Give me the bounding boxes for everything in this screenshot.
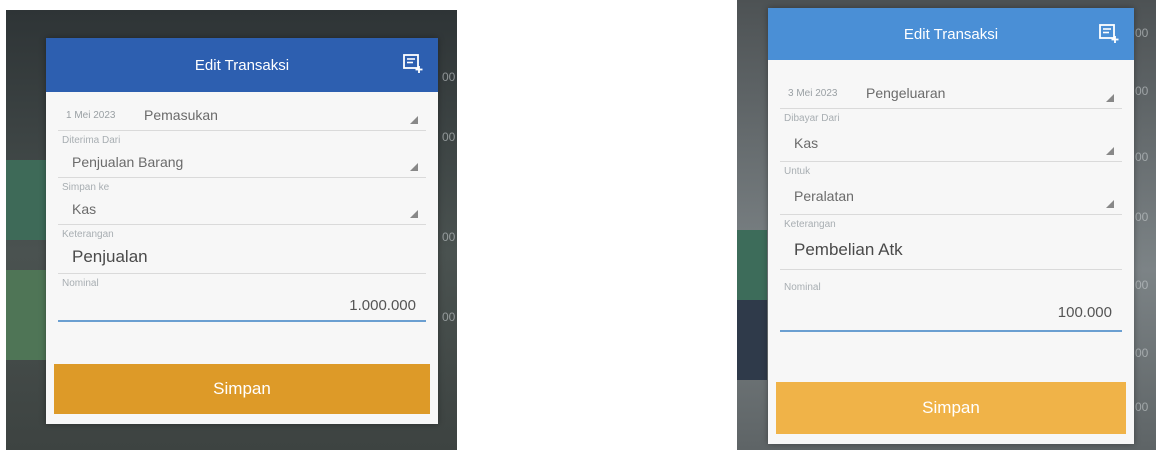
dropdown-caret-icon [410,163,418,171]
dialog-body: 1 Mei 2023 Pemasukan Diterima Dari Penju… [46,92,438,322]
note-input[interactable]: Pembelian Atk [780,231,1122,270]
note-add-icon[interactable] [1098,22,1120,44]
background-text: 00 [442,230,456,244]
source-value: Penjualan Barang [72,154,184,170]
dialog-header: Edit Transaksi [46,38,438,92]
source-dropdown[interactable]: Kas [780,125,1122,162]
background-text: 00 [442,70,456,84]
dialog-title: Edit Transaksi [194,56,290,74]
background-text: 00 [1135,150,1149,164]
background-text: 00 [1135,84,1149,98]
amount-input[interactable]: 1.000.000 [58,290,426,322]
save-button[interactable]: Simpan [776,382,1126,434]
transaction-type: Pengeluaran [866,85,946,101]
transaction-date: 3 Mei 2023 [788,87,838,99]
source-label: Diterima Dari [62,135,121,146]
dropdown-caret-icon [410,116,418,124]
background-text: 00 [1135,346,1149,360]
background-app-strip [737,230,767,300]
transaction-type: Pemasukan [144,107,218,123]
destination-label: Untuk [784,166,811,177]
dialog-header: Edit Transaksi [768,8,1134,60]
date-type-dropdown[interactable]: 3 Mei 2023 Pengeluaran [780,78,1122,109]
dropdown-caret-icon [1106,200,1114,208]
background-app-strip [737,300,767,380]
note-input[interactable]: Penjualan [58,241,426,274]
dropdown-caret-icon [1106,147,1114,155]
edit-transaction-dialog-expense: Edit Transaksi 3 Mei 2023 Pengeluaran Di… [768,8,1134,444]
dialog-title: Edit Transaksi [903,25,999,43]
amount-label: Nominal [62,278,99,289]
date-type-dropdown[interactable]: 1 Mei 2023 Pemasukan [58,100,426,131]
destination-value: Peralatan [794,188,854,204]
note-add-icon[interactable] [402,52,424,74]
amount-label: Nominal [784,282,821,293]
background-text: 00 [1135,278,1149,292]
amount-input[interactable]: 100.000 [780,294,1122,332]
source-value: Kas [794,135,819,151]
source-label: Dibayar Dari [784,113,840,124]
edit-transaction-dialog-income: Edit Transaksi 1 Mei 2023 Pemasukan Dite… [46,38,438,424]
destination-dropdown[interactable]: Kas [58,194,426,225]
dialog-body: 3 Mei 2023 Pengeluaran Dibayar Dari Kas … [768,60,1134,332]
background-text: 00 [442,130,456,144]
source-dropdown[interactable]: Penjualan Barang [58,147,426,178]
background-text: 00 [1135,400,1149,414]
transaction-date: 1 Mei 2023 [66,109,116,121]
destination-dropdown[interactable]: Peralatan [780,178,1122,215]
background-text: 00 [1135,26,1149,40]
save-button[interactable]: Simpan [54,364,430,414]
dropdown-caret-icon [410,210,418,218]
note-label: Keterangan [784,219,836,230]
background-text: 00 [442,310,456,324]
destination-value: Kas [72,201,97,217]
destination-label: Simpan ke [62,182,110,193]
note-label: Keterangan [62,229,114,240]
dropdown-caret-icon [1106,94,1114,102]
background-text: 00 [1135,210,1149,224]
